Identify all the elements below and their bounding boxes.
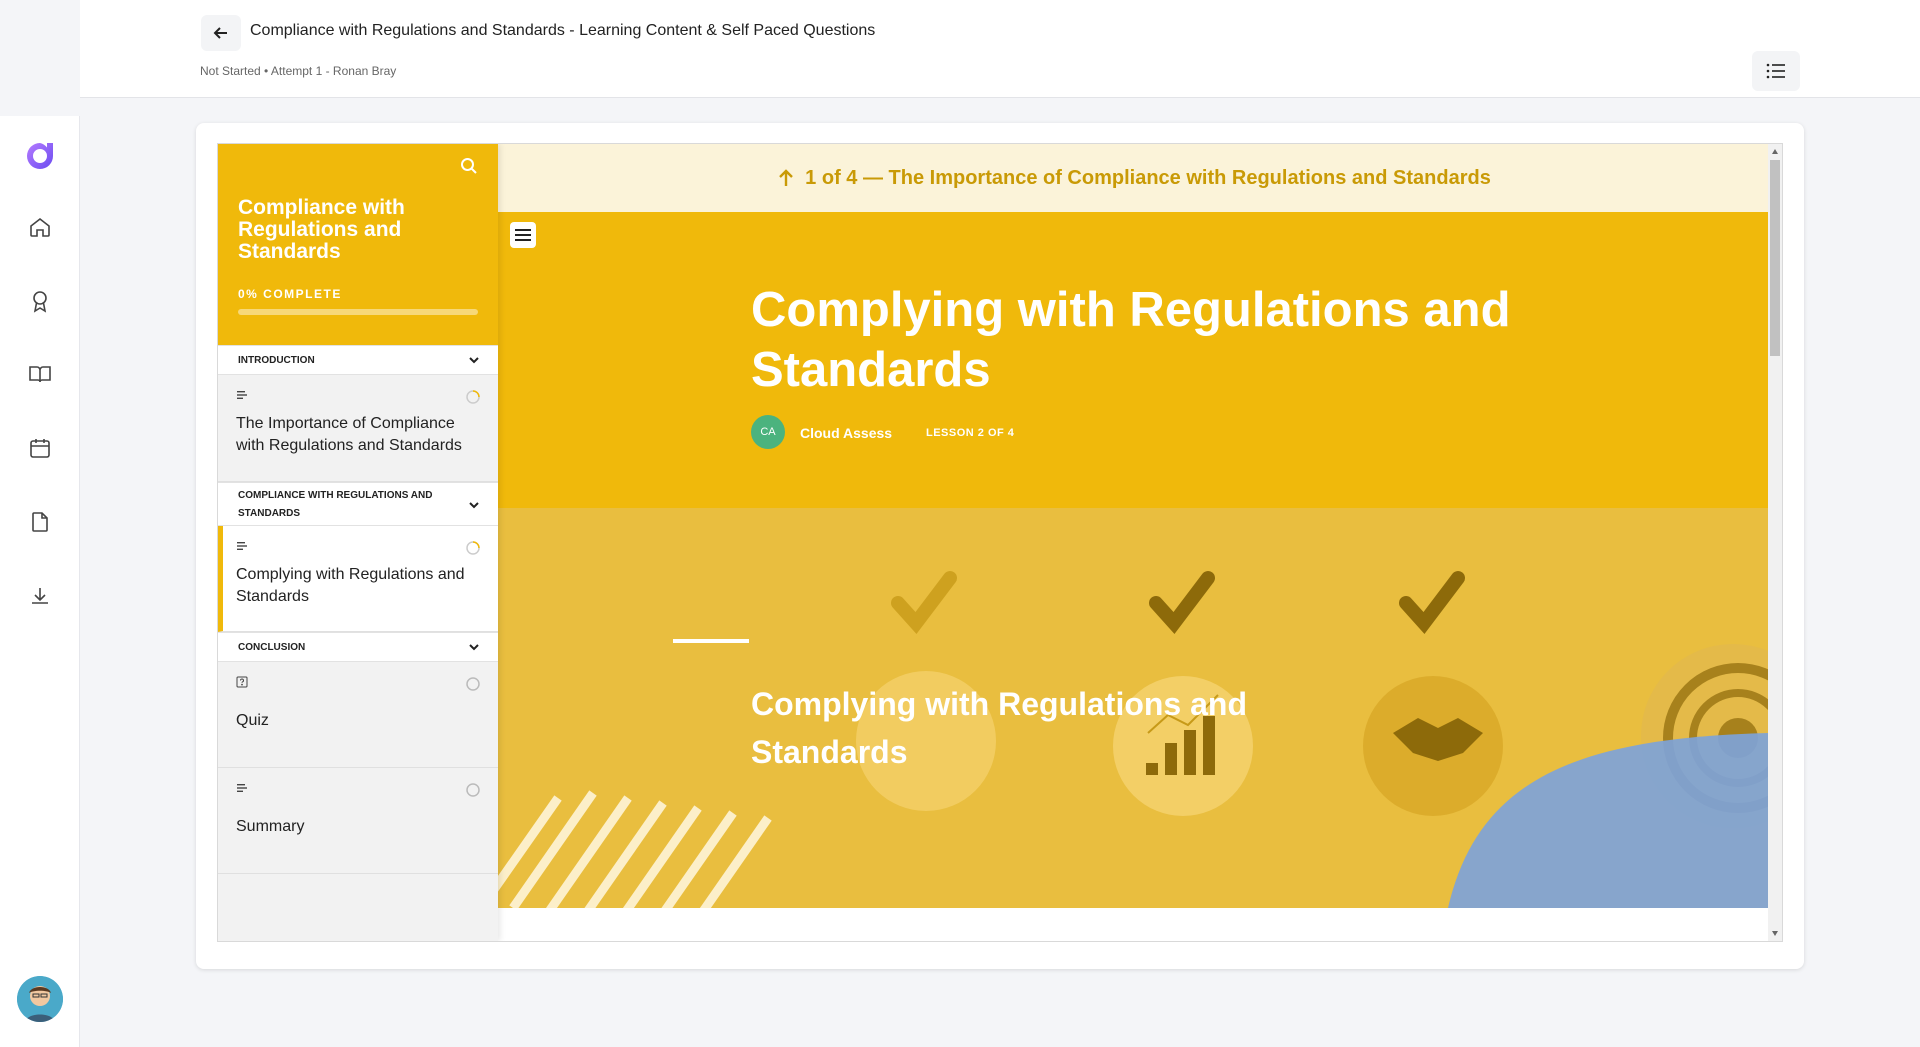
award-icon[interactable] bbox=[26, 287, 54, 315]
chevron-down-icon bbox=[469, 644, 479, 651]
banner-title: Complying with Regulations and Standards bbox=[751, 686, 1247, 770]
in-progress-icon bbox=[466, 541, 480, 555]
lesson-item-complying[interactable]: Complying with Regulations and Standards bbox=[218, 526, 498, 632]
scrollbar-thumb[interactable] bbox=[1770, 160, 1780, 356]
author-name: Cloud Assess bbox=[800, 425, 893, 441]
in-progress-icon bbox=[466, 390, 480, 404]
not-started-icon bbox=[466, 677, 480, 691]
calendar-icon[interactable] bbox=[26, 434, 54, 462]
course-frame: Compliance with Regulations and Standard… bbox=[217, 143, 1783, 942]
section-compliance[interactable]: COMPLIANCE WITH REGULATIONS AND STANDARD… bbox=[218, 482, 498, 526]
avatar[interactable] bbox=[17, 976, 63, 1022]
book-icon[interactable] bbox=[26, 360, 54, 388]
text-lesson-icon bbox=[237, 784, 247, 792]
download-icon[interactable] bbox=[26, 582, 54, 610]
section-conclusion[interactable]: CONCLUSION bbox=[218, 632, 498, 662]
outline-menu-button[interactable] bbox=[1752, 51, 1800, 91]
chevron-down-icon bbox=[469, 502, 479, 509]
chevron-down-icon bbox=[469, 357, 479, 364]
section-label: COMPLIANCE WITH REGULATIONS AND STANDARD… bbox=[238, 490, 433, 519]
author-badge: CA bbox=[751, 415, 785, 449]
course-title: Compliance with Regulations and Standard… bbox=[238, 196, 405, 263]
quiz-icon bbox=[236, 676, 248, 688]
scroll-down-icon[interactable] bbox=[1771, 929, 1779, 937]
app-rail bbox=[0, 0, 80, 1047]
lesson-banner-image: Complying with Regulations and Standards bbox=[498, 508, 1768, 908]
arrow-left-icon bbox=[213, 27, 227, 39]
lesson-label: The Importance of Compliance with Regula… bbox=[236, 415, 462, 454]
back-button[interactable] bbox=[201, 15, 241, 51]
attempt-status: Not Started • Attempt 1 - Ronan Bray bbox=[200, 64, 397, 78]
hamburger-icon bbox=[515, 229, 531, 241]
previous-lesson-link[interactable]: 1 of 4 — The Importance of Compliance wi… bbox=[498, 144, 1768, 212]
lesson-scrollbar[interactable] bbox=[1768, 144, 1782, 941]
course-header: Compliance with Regulations and Standard… bbox=[218, 144, 498, 345]
lesson-item-summary[interactable]: Summary bbox=[218, 768, 498, 874]
text-lesson-icon bbox=[237, 391, 247, 399]
page-header: Compliance with Regulations and Standard… bbox=[80, 0, 1920, 98]
section-label: INTRODUCTION bbox=[238, 355, 315, 366]
course-progress-label: 0% COMPLETE bbox=[238, 287, 342, 301]
lesson-title: Complying with Regulations and Standards bbox=[751, 283, 1511, 397]
page-title: Compliance with Regulations and Standard… bbox=[250, 22, 876, 39]
text-lesson-icon bbox=[237, 542, 247, 550]
lesson-content: 1 of 4 — The Importance of Compliance wi… bbox=[498, 144, 1782, 941]
course-sidebar: Compliance with Regulations and Standard… bbox=[218, 144, 498, 941]
file-icon[interactable] bbox=[26, 508, 54, 536]
lesson-count: LESSON 2 OF 4 bbox=[926, 427, 1015, 439]
banner-accent-line bbox=[673, 639, 749, 643]
search-icon[interactable] bbox=[459, 156, 479, 176]
list-icon bbox=[1766, 63, 1785, 79]
arrow-up-icon bbox=[779, 169, 794, 186]
lesson-label: Summary bbox=[236, 818, 305, 835]
logo-icon[interactable] bbox=[22, 138, 58, 174]
lesson-label: Quiz bbox=[236, 712, 269, 729]
lesson-item-quiz[interactable]: Quiz bbox=[218, 662, 498, 768]
toggle-sidebar-button[interactable] bbox=[510, 222, 536, 248]
rail-top-spacer bbox=[0, 0, 80, 116]
course-progress-bar bbox=[238, 309, 478, 315]
section-introduction[interactable]: INTRODUCTION bbox=[218, 345, 498, 375]
lesson-hero: Complying with Regulations and Standards… bbox=[498, 212, 1768, 508]
scroll-up-icon[interactable] bbox=[1771, 148, 1779, 156]
home-icon[interactable] bbox=[26, 213, 54, 241]
previous-lesson-label: 1 of 4 — The Importance of Compliance wi… bbox=[805, 166, 1491, 189]
lesson-label: Complying with Regulations and Standards bbox=[236, 566, 465, 605]
lesson-item-importance[interactable]: The Importance of Compliance with Regula… bbox=[218, 375, 498, 482]
not-started-icon bbox=[466, 783, 480, 797]
section-label: CONCLUSION bbox=[238, 642, 306, 653]
